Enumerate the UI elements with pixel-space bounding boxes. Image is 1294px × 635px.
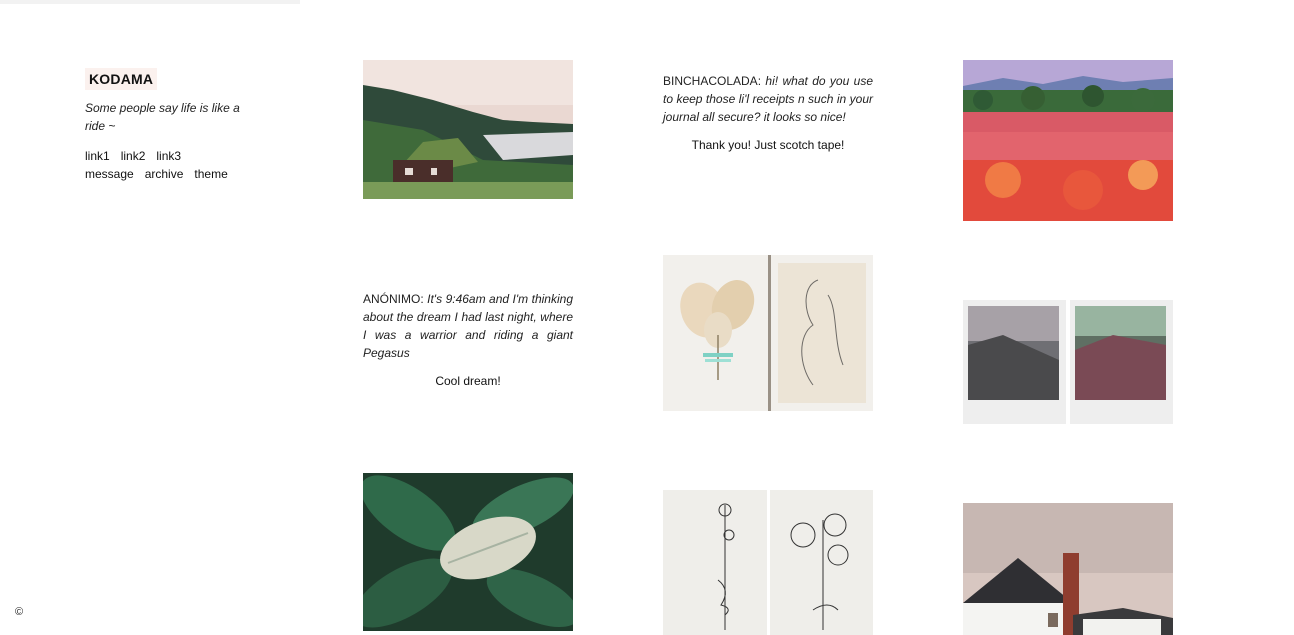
link2-link[interactable]: link2: [121, 149, 146, 163]
answer-text: Cool dream!: [435, 374, 501, 388]
copyright-mark: ©: [15, 606, 24, 618]
answer-text: Thank you! Just scotch tape!: [691, 138, 845, 152]
link3-link[interactable]: link3: [156, 149, 181, 163]
sidebar-links: link1 link2 link3 message archive theme: [85, 147, 255, 183]
polaroids-image: [963, 300, 1173, 424]
blog-description: Some people say life is like a ride ~: [85, 101, 240, 133]
house-image: [963, 503, 1173, 635]
photo-post-polaroids[interactable]: [963, 300, 1173, 424]
nav-row-1: link1 link2 link3: [85, 147, 255, 165]
link1-link[interactable]: link1: [85, 149, 110, 163]
photo-post-house[interactable]: [963, 503, 1173, 635]
archive-link[interactable]: archive: [145, 167, 184, 181]
photo-post-painting-field[interactable]: [963, 60, 1173, 221]
sidebar: KODAMA Some people say life is like a ri…: [85, 68, 255, 183]
blog-title[interactable]: KODAMA: [85, 68, 158, 90]
ask-question: ANÓNIMO: It's 9:46am and I'm thinking ab…: [363, 290, 573, 362]
photo-post-pressed-flower-sketch[interactable]: [663, 255, 873, 411]
photo-post-leaves[interactable]: [363, 473, 573, 631]
photo-post-cabin-lake[interactable]: [363, 60, 573, 199]
ask-question: BINCHACOLADA: hi! what do you use to kee…: [663, 72, 873, 126]
painted-field-image: [963, 60, 1173, 221]
nav-row-2: message archive theme: [85, 165, 255, 183]
theme-link[interactable]: theme: [194, 167, 227, 181]
ask-post-anonimo: ANÓNIMO: It's 9:46am and I'm thinking ab…: [363, 290, 573, 388]
cabin-lake-image: [363, 60, 573, 199]
pressed-flower-sketch-image: [663, 255, 873, 411]
leaves-image: [363, 473, 573, 631]
asker-name[interactable]: BINCHACOLADA:: [663, 74, 761, 88]
flower-drawings-image: [663, 490, 873, 635]
ask-post-binchacolada: BINCHACOLADA: hi! what do you use to kee…: [663, 72, 873, 152]
photo-post-flower-drawings[interactable]: [663, 490, 873, 635]
message-link[interactable]: message: [85, 167, 134, 181]
top-bar: [0, 0, 300, 4]
asker-name[interactable]: ANÓNIMO:: [363, 292, 424, 306]
